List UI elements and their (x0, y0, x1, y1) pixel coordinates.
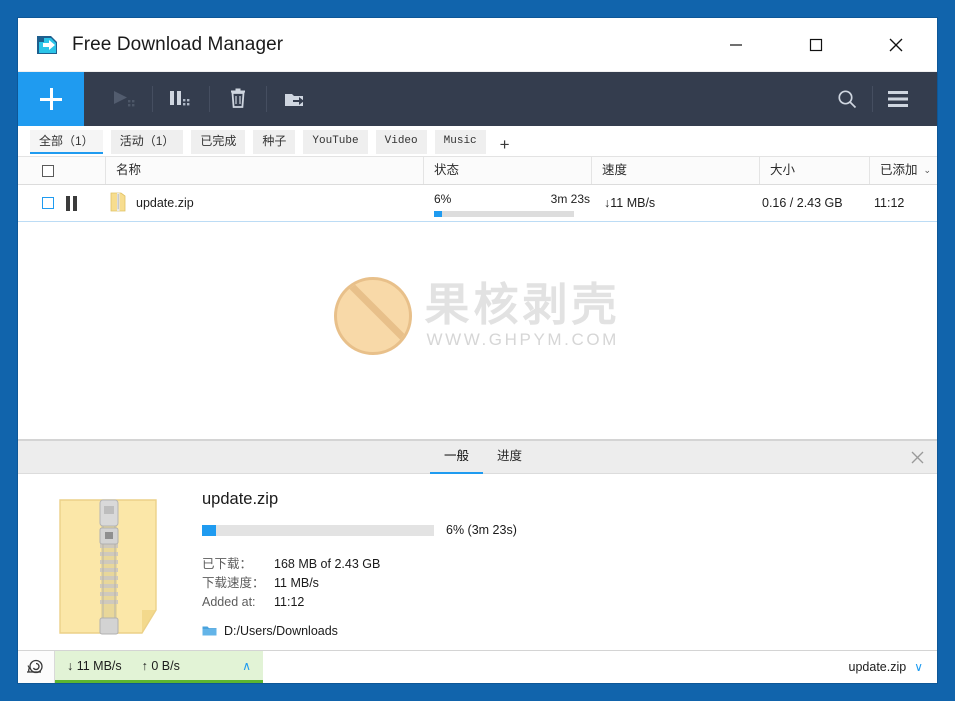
details-panel: 一般 进度 update.zip 6% (3m 23s) 已下载： 168 MB… (18, 440, 937, 650)
row-filename: update.zip (136, 196, 194, 210)
details-progress-fill (202, 524, 216, 536)
speed-summary-panel[interactable]: ↓ 11 MB/s ↑ 0 B/s ∧ (55, 651, 263, 683)
column-header-size[interactable]: 大小 (760, 157, 870, 184)
watermark-title: 果核剥壳 (424, 279, 621, 331)
filter-tab-completed[interactable]: 已完成 (191, 130, 246, 154)
row-eta-label: 3m 23s (550, 192, 590, 206)
select-all-checkbox[interactable] (42, 164, 54, 177)
details-field-label: Added at: (202, 595, 256, 609)
row-speed-cell: ↓11 MB/s (604, 196, 656, 210)
delete-download-button[interactable] (210, 72, 266, 126)
details-field-value: 11:12 (274, 595, 305, 609)
download-speed-label: ↓ 11 MB/s (67, 658, 122, 673)
title-bar: Free Download Manager (18, 18, 937, 72)
add-download-button[interactable] (18, 72, 84, 126)
current-download-indicator[interactable]: update.zip ∨ (849, 651, 937, 683)
chevron-down-icon[interactable]: ∨ (914, 660, 923, 674)
row-checkbox[interactable] (42, 197, 54, 209)
details-progress-bar (202, 524, 434, 536)
column-header-name[interactable]: 名称 (106, 157, 424, 184)
select-all-checkbox-cell[interactable] (18, 157, 106, 184)
table-row[interactable]: update.zip 6% 3m 23s ↓11 MB/s 0.16 / 2.4… (18, 185, 937, 222)
pause-icon (66, 195, 77, 211)
zip-file-icon (110, 192, 126, 215)
hamburger-menu-icon[interactable] (873, 72, 923, 126)
details-field-label: 已下载： (202, 557, 253, 571)
close-button[interactable] (873, 18, 919, 71)
chevron-up-icon[interactable]: ∧ (242, 659, 251, 673)
window-controls (713, 18, 937, 71)
filter-tab-all[interactable]: 全部（1） (30, 130, 103, 154)
column-header-status[interactable]: 状态 (424, 157, 592, 184)
row-size-cell: 0.16 / 2.43 GB (762, 196, 843, 210)
toolbar-right-actions (822, 72, 937, 126)
details-fields: 已下载： 168 MB of 2.43 GB 下载速度： 11 MB/s Add… (202, 555, 937, 612)
row-select-cell[interactable] (18, 195, 106, 211)
details-tab-general[interactable]: 一般 (430, 441, 484, 474)
maximize-button[interactable] (793, 18, 839, 71)
row-added-cell: 11:12 (874, 196, 905, 210)
filter-tab-youtube[interactable]: YouTube (303, 130, 368, 154)
column-header-speed[interactable]: 速度 (592, 157, 760, 184)
download-list: update.zip 6% 3m 23s ↓11 MB/s 0.16 / 2.4… (18, 185, 937, 440)
filter-tab-bar: 全部（1） 活动（1） 已完成 种子 YouTube Video Music + (18, 126, 937, 157)
watermark-logo-icon (334, 277, 413, 355)
status-bar: ↓ 11 MB/s ↑ 0 B/s ∧ update.zip ∨ (18, 650, 937, 683)
toolbar-actions (84, 72, 323, 126)
snail-icon[interactable] (18, 651, 55, 683)
pause-download-button[interactable] (153, 72, 209, 126)
watermark-url: WWW.GHPYM.COM (426, 329, 619, 349)
filter-tab-video[interactable]: Video (375, 130, 427, 154)
details-progress-row: 6% (3m 23s) (202, 523, 937, 537)
details-folder-path: D:/Users/Downloads (224, 624, 338, 638)
details-folder-row[interactable]: D:/Users/Downloads (202, 624, 937, 638)
move-download-button[interactable] (267, 72, 323, 126)
row-progress-bar (434, 211, 574, 217)
details-tab-progress[interactable]: 进度 (483, 441, 536, 474)
details-filename: update.zip (202, 490, 279, 508)
row-name-cell: update.zip (106, 192, 424, 215)
filter-tab-torrents[interactable]: 种子 (253, 130, 296, 154)
fdm-window: Free Download Manager 全部（1） 活动（1） 已完成 种子… (18, 18, 937, 683)
main-toolbar (18, 72, 937, 126)
row-percent-label: 6% (434, 192, 452, 206)
minimize-button[interactable] (713, 18, 759, 71)
details-field-value: 168 MB of 2.43 GB (274, 557, 381, 571)
filter-tab-music[interactable]: Music (434, 130, 486, 154)
download-list-header: 名称 状态 速度 大小 已添加 ⌄ (18, 157, 937, 185)
row-status-cell: 6% 3m 23s (424, 185, 592, 221)
search-icon[interactable] (822, 72, 872, 126)
title-bar-left: Free Download Manager (18, 32, 713, 58)
details-field-downloaded: 已下载： 168 MB of 2.43 GB (202, 555, 937, 574)
watermark-text: 果核剥壳 WWW.GHPYM.COM (424, 282, 620, 350)
details-tab-bar: 一般 进度 (18, 441, 937, 474)
filter-tab-active[interactable]: 活动（1） (110, 130, 184, 154)
upload-speed-label: ↑ 0 B/s (141, 658, 180, 673)
page-title: Free Download Manager (72, 33, 284, 55)
details-field-speed: 下载速度： 11 MB/s (202, 574, 937, 593)
details-content: update.zip 6% (3m 23s) 已下载： 168 MB of 2.… (18, 474, 937, 650)
column-header-added[interactable]: 已添加 ⌄ (870, 157, 937, 184)
plus-icon (40, 88, 62, 110)
details-field-value: 11 MB/s (274, 576, 319, 590)
chevron-down-icon: ⌄ (923, 165, 932, 175)
row-progress-fill (434, 211, 443, 217)
folder-icon (202, 625, 217, 637)
desktop-background: Free Download Manager 全部（1） 活动（1） 已完成 种子… (0, 0, 955, 701)
close-details-button[interactable] (907, 447, 927, 467)
zip-file-icon (56, 494, 164, 639)
watermark: 果核剥壳 WWW.GHPYM.COM (18, 277, 937, 355)
details-field-added: Added at: 11:12 (202, 593, 937, 612)
details-info: update.zip 6% (3m 23s) 已下载： 168 MB of 2.… (202, 490, 937, 650)
download-arrow-icon (34, 32, 60, 58)
current-download-filename: update.zip (848, 660, 907, 674)
row-status-text: 6% 3m 23s (434, 192, 590, 206)
add-filter-tab-button[interactable]: + (494, 135, 516, 155)
column-header-added-label: 已添加 (880, 163, 918, 177)
details-field-label: 下载速度： (202, 576, 265, 590)
details-progress-text: 6% (3m 23s) (446, 523, 517, 537)
start-download-button[interactable] (96, 72, 152, 126)
